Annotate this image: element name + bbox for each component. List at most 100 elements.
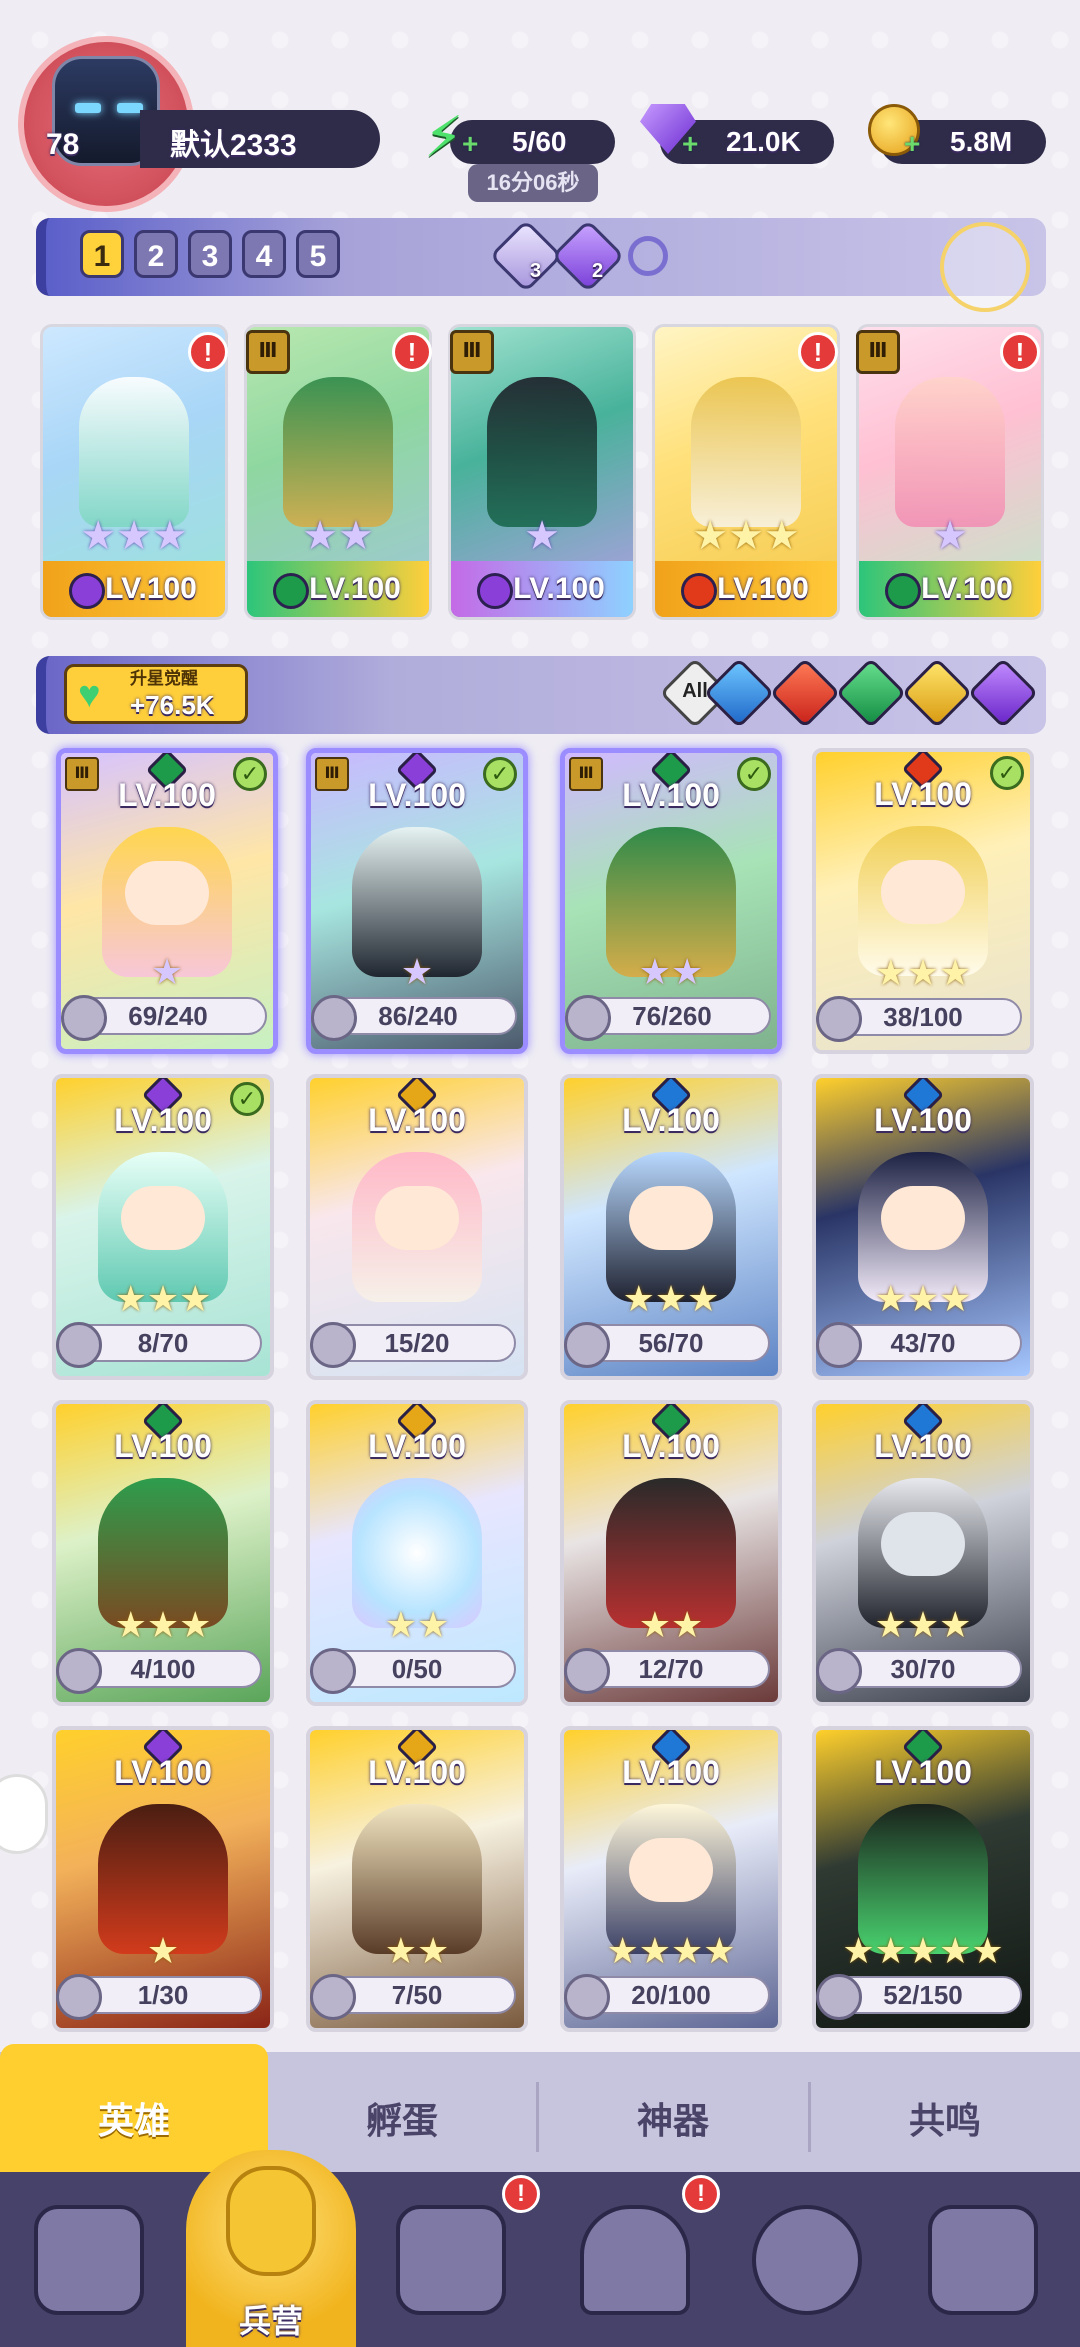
hero-face bbox=[121, 1186, 205, 1250]
team-card-level-bar: LV.100 bbox=[451, 561, 633, 617]
hero-card-8[interactable]: LV.100 ★★★ 43/70 bbox=[812, 1074, 1034, 1380]
energy-plus-icon[interactable]: + bbox=[462, 128, 478, 160]
nav-barracks-label: 兵营 bbox=[238, 2303, 303, 2339]
hero-card-2[interactable]: Ⅲ ✓ LV.100 ★ 86/240 bbox=[306, 748, 528, 1054]
hero-stars: ★★★ bbox=[874, 1278, 972, 1319]
hero-level: LV.100 bbox=[114, 1102, 212, 1138]
fragment-icon bbox=[56, 1322, 102, 1368]
team-tab-1[interactable]: 1 bbox=[80, 230, 124, 278]
team-card-stars: ★★★ bbox=[80, 514, 188, 558]
team-tab-3[interactable]: 3 bbox=[188, 230, 232, 278]
hero-face bbox=[125, 861, 209, 925]
hero-stars: ★★★★★ bbox=[842, 1930, 1004, 1971]
hero-level: LV.100 bbox=[368, 1428, 466, 1464]
team-gem-b-count: 2 bbox=[592, 260, 604, 282]
hero-face bbox=[375, 1186, 459, 1250]
team-tab-4[interactable]: 4 bbox=[242, 230, 286, 278]
team-card-2-alert-icon: ! bbox=[392, 332, 432, 372]
hero-figure bbox=[283, 377, 393, 527]
floating-helper-avatar[interactable] bbox=[0, 1774, 48, 1854]
hero-face bbox=[881, 860, 965, 924]
fragment-icon bbox=[56, 1648, 102, 1694]
nav-guild-banner-icon[interactable] bbox=[928, 2205, 1038, 2315]
tab-artifact[interactable]: 神器 bbox=[538, 2092, 808, 2144]
team-tab-2[interactable]: 2 bbox=[134, 230, 178, 278]
hero-card-3[interactable]: Ⅲ ✓ LV.100 ★★ 76/260 bbox=[560, 748, 782, 1054]
hero-level: LV.100 bbox=[874, 1102, 972, 1138]
hero-figure bbox=[895, 377, 1005, 527]
nav-cards-icon[interactable] bbox=[34, 2205, 144, 2315]
hero-card-9[interactable]: LV.100 ★★★ 4/100 bbox=[52, 1400, 274, 1706]
team-card-stars: ★★★ bbox=[692, 514, 800, 558]
element-nature-icon bbox=[885, 573, 921, 609]
hero-stars: ★★★ bbox=[874, 1604, 972, 1645]
bottom-nav bbox=[0, 2172, 1080, 2347]
hero-stars: ★ bbox=[150, 951, 184, 992]
hero-card-14[interactable]: LV.100 ★★ 7/50 bbox=[306, 1726, 528, 2032]
energy-value: 5/60 bbox=[512, 126, 567, 157]
hero-card-7[interactable]: LV.100 ★★★ 56/70 bbox=[560, 1074, 782, 1380]
team-card-level-bar: LV.100 bbox=[43, 561, 225, 617]
hero-level: LV.100 bbox=[118, 777, 216, 813]
hero-face bbox=[629, 1186, 713, 1250]
team-gem-a-count: 3 bbox=[530, 260, 542, 282]
nav-castle-icon[interactable] bbox=[580, 2205, 690, 2315]
hero-face bbox=[629, 1838, 713, 1902]
hero-stars: ★★★ bbox=[114, 1278, 212, 1319]
fragment-icon bbox=[311, 995, 357, 1041]
element-void-icon bbox=[477, 573, 513, 609]
hero-stars: ★★ bbox=[638, 951, 704, 992]
team-card-stars: ★ bbox=[524, 514, 560, 558]
hero-card-6[interactable]: LV.100 15/20 bbox=[306, 1074, 528, 1380]
nav-map-alert-icon: ! bbox=[502, 2175, 540, 2213]
team-card-stars: ★★ bbox=[302, 514, 374, 558]
hero-level: LV.100 bbox=[874, 1754, 972, 1790]
team-search-icon[interactable] bbox=[628, 236, 668, 276]
team-card-5-rank-icon: Ⅲ bbox=[856, 330, 900, 374]
heart-icon: ♥ bbox=[78, 674, 101, 716]
hero-face bbox=[881, 1186, 965, 1250]
hero-level: LV.100 bbox=[368, 777, 466, 813]
fragment-icon bbox=[565, 995, 611, 1041]
team-card-1-alert-icon: ! bbox=[188, 332, 228, 372]
hero-card-10[interactable]: LV.100 ★★ 0/50 bbox=[306, 1400, 528, 1706]
hero-level: LV.100 bbox=[114, 1754, 212, 1790]
nav-map-icon[interactable] bbox=[396, 2205, 506, 2315]
fragment-icon bbox=[56, 1974, 102, 2020]
hero-level: LV.100 bbox=[622, 1102, 720, 1138]
hero-level: LV.100 bbox=[874, 1428, 972, 1464]
team-card-stars: ★ bbox=[932, 514, 968, 558]
hero-stars: ★ bbox=[146, 1930, 180, 1971]
gems-plus-icon[interactable]: + bbox=[682, 128, 698, 160]
hero-card-5[interactable]: ✓ LV.100 ★★★ 8/70 bbox=[52, 1074, 274, 1380]
gold-value: 5.8M bbox=[950, 126, 1013, 157]
fragment-icon bbox=[816, 1974, 862, 2020]
hero-card-11[interactable]: LV.100 ★★ 12/70 bbox=[560, 1400, 782, 1706]
hero-stars: ★★★ bbox=[622, 1278, 720, 1319]
tab-resonance[interactable]: 共鸣 bbox=[810, 2092, 1080, 2144]
team-card-4-alert-icon: ! bbox=[798, 332, 838, 372]
hero-level: LV.100 bbox=[874, 776, 972, 812]
fragment-icon bbox=[816, 996, 862, 1042]
team-edit-icon[interactable] bbox=[940, 222, 1030, 312]
hero-card-13[interactable]: LV.100 ★ 1/30 bbox=[52, 1726, 274, 2032]
energy-icon: ⚡ bbox=[424, 105, 464, 168]
team-tab-5[interactable]: 5 bbox=[296, 230, 340, 278]
gold-plus-icon[interactable]: + bbox=[904, 128, 920, 160]
hero-level: LV.100 bbox=[368, 1754, 466, 1790]
energy-timer: 16分06秒 bbox=[468, 164, 598, 202]
nav-mushroom-icon[interactable] bbox=[752, 2205, 862, 2315]
fragment-icon bbox=[61, 995, 107, 1041]
hero-card-16[interactable]: LV.100 ★★★★★ 52/150 bbox=[812, 1726, 1034, 2032]
hero-card-4[interactable]: ✓ LV.100 ★★★ 38/100 bbox=[812, 748, 1034, 1054]
hero-stars: ★★★ bbox=[114, 1604, 212, 1645]
hero-level: LV.100 bbox=[368, 1102, 466, 1138]
team-card-5-alert-icon: ! bbox=[1000, 332, 1040, 372]
hero-card-12[interactable]: LV.100 ★★★ 30/70 bbox=[812, 1400, 1034, 1706]
fragment-icon bbox=[564, 1648, 610, 1694]
hero-card-1[interactable]: Ⅲ ✓ LV.100 ★ 69/240 bbox=[56, 748, 278, 1054]
team-card-3-rank-icon: Ⅲ bbox=[450, 330, 494, 374]
hero-card-15[interactable]: LV.100 ★★★★ 20/100 bbox=[560, 1726, 782, 2032]
tab-hatch[interactable]: 孵蛋 bbox=[268, 2092, 536, 2144]
element-void-icon bbox=[69, 573, 105, 609]
